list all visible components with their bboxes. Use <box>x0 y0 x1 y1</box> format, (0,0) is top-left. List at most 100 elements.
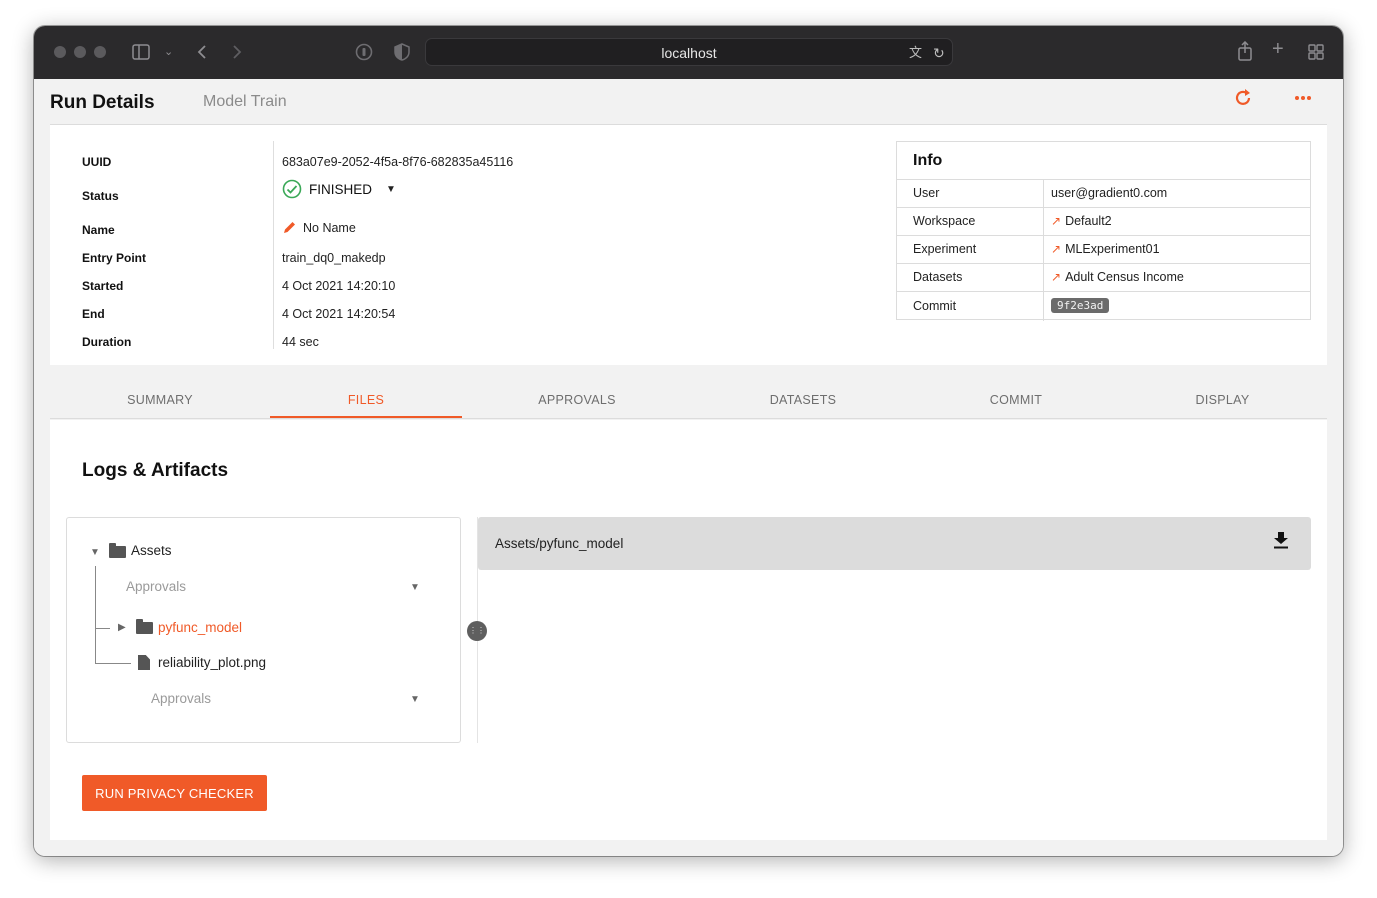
info-cell-divider <box>1043 292 1044 321</box>
name-value: No Name <box>303 220 356 235</box>
uuid-value: 683a07e9-2052-4f5a-8f76-682835a45116 <box>282 155 514 169</box>
close-window-button[interactable] <box>54 46 66 58</box>
drag-handle-icon[interactable]: ⋮⋮ <box>467 621 487 641</box>
reload-icon[interactable]: ↻ <box>933 45 945 61</box>
address-bar-url: localhost <box>661 45 717 61</box>
name-label: Name <box>82 223 115 237</box>
folder-icon <box>136 619 153 634</box>
experiment-link[interactable]: ↗ MLExperiment01 <box>1051 242 1160 256</box>
active-tab-indicator <box>270 416 462 418</box>
page-title: Run Details <box>50 92 155 113</box>
end-label: End <box>82 307 105 321</box>
tree-connector <box>95 566 96 664</box>
tree-item-assets[interactable]: Assets <box>131 543 172 558</box>
status-dropdown[interactable]: FINISHED ▼ <box>282 179 396 199</box>
file-approvals-select[interactable]: Approvals <box>151 691 211 706</box>
started-value: 4 Oct 2021 14:20:10 <box>282 279 396 293</box>
tab-summary[interactable]: SUMMARY <box>50 393 270 407</box>
privacy-shield-icon[interactable] <box>394 43 410 61</box>
info-key: Workspace <box>913 214 976 228</box>
dataset-link[interactable]: ↗ Adult Census Income <box>1051 270 1184 284</box>
uuid-label: UUID <box>82 155 112 169</box>
info-key: Experiment <box>913 242 977 256</box>
status-value: FINISHED <box>309 181 373 197</box>
info-row-experiment: Experiment ↗ MLExperiment01 <box>897 235 1310 264</box>
refresh-icon[interactable] <box>1233 88 1253 108</box>
details-divider <box>273 141 274 349</box>
tree-item-pyfunc-model[interactable]: pyfunc_model <box>158 620 242 635</box>
run-details-card: UUID 683a07e9-2052-4f5a-8f76-682835a4511… <box>50 125 1327 365</box>
external-link-icon: ↗ <box>1051 214 1062 228</box>
experiment-value: MLExperiment01 <box>1065 242 1160 256</box>
section-title: Logs & Artifacts <box>82 460 229 481</box>
tree-connector <box>95 663 131 664</box>
info-key: User <box>913 186 940 200</box>
end-value: 4 Oct 2021 14:20:54 <box>282 307 396 321</box>
info-user-value: user@gradient0.com <box>1051 186 1168 200</box>
workspace-link[interactable]: ↗ Default2 <box>1051 214 1112 228</box>
back-icon[interactable] <box>197 44 207 60</box>
browser-toolbar: ⌄ localhost 文 ↻ + <box>34 26 1343 79</box>
caret-down-icon[interactable]: ▼ <box>410 694 420 705</box>
artifact-preview-header: Assets/pyfunc_model <box>478 517 1311 570</box>
caret-down-icon[interactable]: ▼ <box>410 582 420 593</box>
status-label: Status <box>82 189 119 203</box>
info-row-commit: Commit 9f2e3ad <box>897 291 1310 321</box>
password-manager-icon[interactable] <box>355 43 373 61</box>
external-link-icon: ↗ <box>1051 242 1062 256</box>
duration-value: 44 sec <box>282 335 319 349</box>
name-edit[interactable]: No Name <box>282 220 356 235</box>
sidebar-icon[interactable] <box>132 44 150 60</box>
file-tree: ▼ Assets Approvals ▼ ▶ pyfunc_model reli… <box>66 517 461 743</box>
tab-display[interactable]: DISPLAY <box>1118 393 1327 407</box>
tab-commit[interactable]: COMMIT <box>914 393 1118 407</box>
started-label: Started <box>82 279 124 293</box>
workspace-value: Default2 <box>1065 214 1112 228</box>
info-table: Info User user@gradient0.com Workspace ↗… <box>896 141 1311 321</box>
address-bar[interactable]: localhost 文 ↻ <box>425 38 953 66</box>
external-link-icon: ↗ <box>1051 270 1062 284</box>
tab-files[interactable]: FILES <box>270 393 462 407</box>
chevron-down-icon[interactable]: ⌄ <box>164 44 173 60</box>
entry-point-label: Entry Point <box>82 251 147 265</box>
files-panel: Logs & Artifacts ▼ Assets Approvals ▼ ▶ … <box>50 420 1327 840</box>
commit-badge[interactable]: 9f2e3ad <box>1051 298 1110 313</box>
info-cell-divider <box>1043 264 1044 292</box>
duration-label: Duration <box>82 335 132 349</box>
minimize-window-button[interactable] <box>74 46 86 58</box>
page-content: Run Details Model Train UUID 683a07e9-20… <box>34 79 1343 856</box>
folder-icon <box>109 543 126 558</box>
assets-approvals-select[interactable]: Approvals <box>126 579 186 594</box>
more-options-icon[interactable] <box>1294 95 1312 101</box>
new-tab-icon[interactable]: + <box>1272 39 1284 59</box>
tree-connector <box>95 628 110 629</box>
info-cell-divider <box>1043 208 1044 236</box>
tab-approvals[interactable]: APPROVALS <box>462 393 692 407</box>
download-icon[interactable] <box>1273 531 1289 549</box>
caret-down-icon: ▼ <box>386 183 396 195</box>
translate-icon[interactable]: 文 <box>909 45 922 61</box>
run-privacy-checker-button[interactable]: RUN PRIVACY CHECKER <box>82 775 267 811</box>
info-cell-divider <box>1043 236 1044 264</box>
file-icon <box>138 655 150 670</box>
zoom-window-button[interactable] <box>94 46 106 58</box>
info-key: Datasets <box>913 270 963 284</box>
tab-datasets[interactable]: DATASETS <box>692 393 914 407</box>
tab-bar: SUMMARY FILES APPROVALS DATASETS COMMIT … <box>50 381 1327 419</box>
caret-right-icon[interactable]: ▶ <box>118 622 126 633</box>
dataset-value: Adult Census Income <box>1065 270 1184 284</box>
browser-window: ⌄ localhost 文 ↻ + Run Details Model Trai… <box>34 26 1343 856</box>
tab-overview-icon[interactable] <box>1308 44 1324 60</box>
artifact-path: Assets/pyfunc_model <box>495 536 624 551</box>
info-row-workspace: Workspace ↗ Default2 <box>897 207 1310 236</box>
tree-item-reliability-plot[interactable]: reliability_plot.png <box>158 655 266 670</box>
info-row-user: User user@gradient0.com <box>897 179 1310 208</box>
forward-icon[interactable] <box>232 44 242 60</box>
info-key: Commit <box>913 299 957 313</box>
caret-down-icon[interactable]: ▼ <box>90 547 100 558</box>
info-row-datasets: Datasets ↗ Adult Census Income <box>897 263 1310 292</box>
info-cell-divider <box>1043 180 1044 208</box>
share-icon[interactable] <box>1237 41 1253 61</box>
entry-point-value: train_dq0_makedp <box>282 251 386 265</box>
page-subtitle: Model Train <box>203 93 287 110</box>
